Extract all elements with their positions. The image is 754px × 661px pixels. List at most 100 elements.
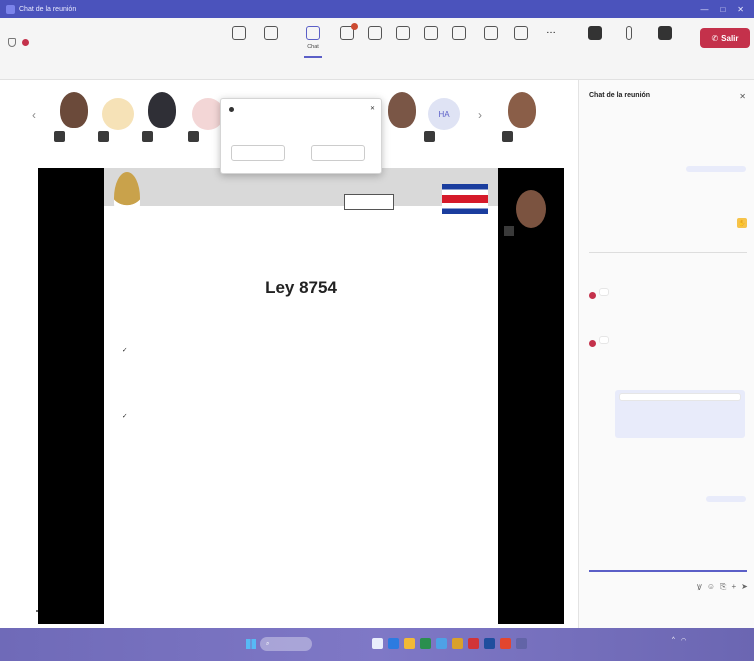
- close-icon[interactable]: ✕: [739, 92, 746, 101]
- mic-muted-icon: [98, 131, 109, 142]
- teams-app-icon: [6, 4, 15, 14]
- leave-button[interactable]: ✆ Salir: [700, 28, 750, 48]
- participant-tile[interactable]: [140, 88, 184, 142]
- share-notification-popup: ✕: [220, 98, 382, 174]
- mic-icon: [626, 26, 632, 40]
- close-window-button[interactable]: ✕: [737, 5, 744, 14]
- windows-start-icon[interactable]: [246, 639, 256, 649]
- self-view-video: [502, 170, 562, 624]
- sender-avatar: [589, 292, 596, 299]
- people-icon: [340, 23, 358, 40]
- popup-close-icon[interactable]: ✕: [370, 105, 375, 112]
- chat-icon: [306, 26, 320, 40]
- chevron-up-icon[interactable]: ^: [672, 637, 675, 644]
- title-bar: Chat de la reunión — □ ✕: [0, 0, 754, 18]
- sender-avatar: [589, 340, 596, 347]
- wifi-icon[interactable]: ◠: [681, 637, 686, 644]
- participant-photo: [508, 92, 536, 128]
- camera-icon: [232, 26, 246, 40]
- chat-divider: [589, 252, 747, 253]
- participant-avatar: [102, 98, 134, 130]
- emoji-icon[interactable]: ☺: [707, 582, 715, 593]
- rooms-button[interactable]: [444, 26, 474, 44]
- more-icon: …: [546, 25, 556, 36]
- participant-photo: [148, 92, 176, 128]
- windows-taskbar: ⌕ ^ ◠: [0, 628, 754, 661]
- check-bullet-icon: ✓: [122, 347, 128, 354]
- toolbar-button-1[interactable]: [224, 26, 254, 44]
- app-icon[interactable]: [468, 638, 479, 649]
- people-button[interactable]: [332, 23, 362, 44]
- popup-button-2[interactable]: [311, 145, 365, 161]
- camera-toggle-button[interactable]: [580, 26, 610, 44]
- share-screen-icon: [658, 26, 672, 40]
- maximize-button[interactable]: □: [720, 5, 725, 14]
- recording-indicator-icon: [22, 39, 29, 46]
- minimize-button[interactable]: —: [700, 5, 708, 14]
- chat-bubble-mine: [615, 390, 745, 438]
- slide-title: Ley 8754: [265, 278, 337, 297]
- check-bullet-icon: ✓: [122, 413, 128, 420]
- chat-bubble: [599, 288, 609, 296]
- participant-tile[interactable]: [96, 88, 140, 142]
- chevron-left-icon[interactable]: ‹: [32, 108, 36, 122]
- participant-tile[interactable]: HA: [422, 88, 466, 142]
- notification-badge: [351, 23, 358, 30]
- grid-icon: [424, 26, 438, 40]
- app-icon[interactable]: [500, 638, 511, 649]
- shield-icon: [8, 38, 16, 47]
- self-view-photo: [516, 190, 546, 228]
- popup-button-1[interactable]: [231, 145, 285, 161]
- chat-compose-input[interactable]: [589, 556, 747, 572]
- view-button[interactable]: [416, 26, 446, 44]
- reactions-button[interactable]: [388, 26, 418, 44]
- format-icon[interactable]: Ꝟ: [697, 582, 702, 593]
- add-icon[interactable]: +: [731, 582, 736, 593]
- share-button[interactable]: [650, 26, 680, 44]
- costa-rica-flag: [442, 184, 488, 214]
- shared-slide: Ley 8754 ✓ ✓: [104, 168, 498, 624]
- mic-toggle-button[interactable]: [614, 26, 644, 44]
- meeting-toolbar: Chat … ✆ Salir: [0, 18, 754, 80]
- participant-photo: [60, 92, 88, 128]
- participant-tile[interactable]: [380, 88, 424, 140]
- chat-bubble-mine: [686, 166, 746, 172]
- mic-muted-icon: [188, 131, 199, 142]
- toolbar-button-2[interactable]: [256, 26, 286, 44]
- file-explorer-icon[interactable]: [404, 638, 415, 649]
- chevron-right-icon[interactable]: ›: [478, 108, 482, 122]
- taskbar-search[interactable]: ⌕: [260, 637, 312, 651]
- store-icon[interactable]: [420, 638, 431, 649]
- chat-panel: Chat de la reunión ✕ ✋ Ꝟ ☺ ⎘ + ➤: [578, 80, 754, 628]
- raise-hand-button[interactable]: [360, 26, 390, 44]
- mic-muted-icon: [504, 226, 514, 236]
- window-title: Chat de la reunión: [19, 5, 77, 13]
- word-icon[interactable]: [484, 638, 495, 649]
- send-icon[interactable]: ➤: [741, 582, 748, 593]
- mic-muted-icon: [54, 131, 65, 142]
- app-icon[interactable]: [436, 638, 447, 649]
- rooms-icon: [452, 26, 466, 40]
- teams-icon[interactable]: [516, 638, 527, 649]
- apps-icon: [484, 26, 498, 40]
- notes-button[interactable]: [506, 26, 536, 44]
- chrome-icon[interactable]: [452, 638, 463, 649]
- presenter-name-label: [36, 610, 42, 612]
- participant-tile[interactable]: [52, 88, 96, 142]
- apps-button[interactable]: [476, 26, 506, 44]
- participant-tile[interactable]: [500, 88, 544, 142]
- attach-icon[interactable]: ⎘: [720, 582, 726, 593]
- chat-bubble: [599, 336, 609, 344]
- chat-button[interactable]: Chat: [298, 26, 328, 58]
- participant-photo: [388, 92, 416, 128]
- system-tray: ^ ◠: [672, 637, 692, 644]
- coat-of-arms-logo: [114, 172, 140, 224]
- mic-muted-icon: [424, 131, 435, 142]
- reaction-emoji-icon: ✋: [737, 218, 747, 228]
- more-button[interactable]: …: [536, 26, 566, 44]
- quoted-message: [619, 393, 741, 401]
- chat-header: Chat de la reunión: [589, 92, 651, 99]
- mic-muted-icon: [142, 131, 153, 142]
- edge-icon[interactable]: [388, 638, 399, 649]
- task-view-icon[interactable]: [372, 638, 383, 649]
